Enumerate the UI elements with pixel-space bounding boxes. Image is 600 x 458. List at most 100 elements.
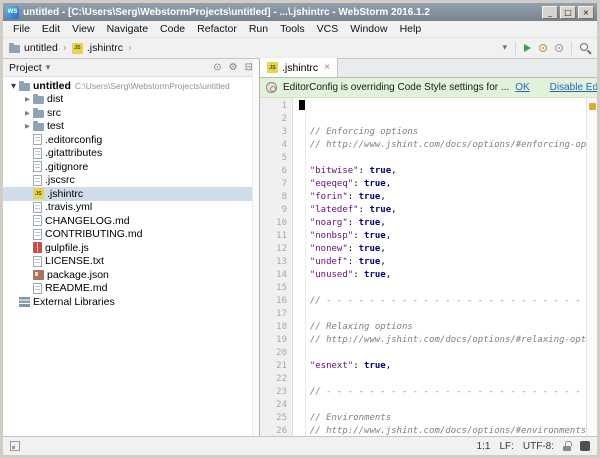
minimize-button[interactable]: _ (542, 6, 558, 19)
code-line[interactable]: // Enforcing options (299, 126, 586, 139)
code-line[interactable] (299, 308, 586, 321)
line-number[interactable]: 11 (260, 230, 287, 243)
tree-item-src[interactable]: ▶src (3, 106, 259, 120)
line-number[interactable]: 9 (260, 204, 287, 217)
search-icon[interactable] (580, 43, 591, 54)
code-line[interactable]: // - - - - - - - - - - - - - - - - - - -… (299, 295, 586, 308)
line-number[interactable]: 23 (260, 386, 287, 399)
line-number[interactable]: 13 (260, 256, 287, 269)
line-number[interactable]: 3 (260, 126, 287, 139)
line-number[interactable]: 17 (260, 308, 287, 321)
line-number[interactable]: 1 (260, 100, 287, 113)
settings-icon[interactable] (555, 44, 563, 52)
line-number[interactable]: 24 (260, 399, 287, 412)
tree-collapsed-arrow-icon[interactable]: ▶ (22, 95, 33, 103)
breadcrumb-file[interactable]: .jshintrc (87, 42, 123, 54)
menu-navigate[interactable]: Navigate (101, 22, 154, 36)
line-number[interactable]: 21 (260, 360, 287, 373)
code-line[interactable]: "undef": true, (299, 256, 586, 269)
code-line[interactable]: "nonew": true, (299, 243, 586, 256)
tree-item--editorconfig[interactable]: .editorconfig (3, 133, 259, 147)
line-number[interactable]: 2 (260, 113, 287, 126)
menu-code[interactable]: Code (154, 22, 191, 36)
run-icon[interactable] (524, 44, 531, 52)
menu-file[interactable]: File (7, 22, 36, 36)
line-number[interactable]: 6 (260, 165, 287, 178)
line-number[interactable]: 16 (260, 295, 287, 308)
line-number[interactable]: 19 (260, 334, 287, 347)
code-line[interactable]: // - - - - - - - - - - - - - - - - - - -… (299, 386, 586, 399)
line-number[interactable]: 18 (260, 321, 287, 334)
line-number[interactable]: 26 (260, 425, 287, 438)
code-line[interactable]: { (299, 100, 586, 113)
tree-expanded-arrow-icon[interactable]: ▼ (8, 82, 19, 90)
tree-item-external-libraries[interactable]: External Libraries (3, 295, 259, 309)
code-line[interactable]: "esnext": true, (299, 360, 586, 373)
file-encoding[interactable]: UTF-8: (523, 441, 554, 452)
tree-item-test[interactable]: ▶test (3, 120, 259, 134)
banner-ok-link[interactable]: OK (515, 82, 529, 93)
code-line[interactable] (299, 347, 586, 360)
line-number[interactable]: 22 (260, 373, 287, 386)
maximize-button[interactable]: □ (560, 6, 576, 19)
tree-item-untitled[interactable]: ▼untitledC:\Users\Serg\WebstormProjects\… (3, 79, 259, 93)
menu-refactor[interactable]: Refactor (191, 22, 243, 36)
chevron-down-icon[interactable]: ▾ (46, 63, 51, 73)
tab-jshintrc[interactable]: JS .jshintrc × (260, 58, 338, 77)
line-number[interactable]: 5 (260, 152, 287, 165)
editor-code-area[interactable]: 1234567891011121314151617181920212223242… (260, 98, 597, 436)
line-number[interactable]: 15 (260, 282, 287, 295)
inspection-marker[interactable] (589, 103, 596, 110)
tree-collapsed-arrow-icon[interactable]: ▶ (22, 109, 33, 117)
line-number[interactable]: 4 (260, 139, 287, 152)
lock-icon[interactable] (563, 441, 571, 451)
tree-item-dist[interactable]: ▶dist (3, 93, 259, 107)
tree-item-package-json[interactable]: package.json (3, 268, 259, 282)
close-button[interactable]: × (578, 6, 594, 19)
code-line[interactable]: // http://www.jshint.com/docs/options/#r… (299, 334, 586, 347)
line-number[interactable]: 25 (260, 412, 287, 425)
tree-item--jscsrc[interactable]: .jscsrc (3, 174, 259, 188)
code-line[interactable] (299, 113, 586, 126)
line-separator[interactable]: LF: (499, 441, 513, 452)
code-line[interactable]: "bitwise": true, (299, 165, 586, 178)
tree-item--gitattributes[interactable]: .gitattributes (3, 147, 259, 161)
hector-icon[interactable] (580, 441, 590, 451)
code-line[interactable]: "nonbsp": true, (299, 230, 586, 243)
tree-item--jshintrc[interactable]: JS.jshintrc (3, 187, 259, 201)
tree-collapsed-arrow-icon[interactable]: ▶ (22, 122, 33, 130)
menu-vcs[interactable]: VCS (311, 22, 345, 36)
code-line[interactable] (299, 282, 586, 295)
code-line[interactable]: // Environments (299, 412, 586, 425)
menu-tools[interactable]: Tools (274, 22, 311, 36)
gear-icon[interactable]: ⚙ (229, 62, 238, 73)
tree-item--travis-yml[interactable]: .travis.yml (3, 201, 259, 215)
line-number[interactable]: 8 (260, 191, 287, 204)
code-line[interactable]: // http://www.jshint.com/docs/options/#e… (299, 139, 586, 152)
project-panel-title[interactable]: Project (9, 62, 42, 74)
line-number[interactable]: 7 (260, 178, 287, 191)
tree-item-changelog-md[interactable]: CHANGELOG.md (3, 214, 259, 228)
tree-item-license-txt[interactable]: LICENSE.txt (3, 255, 259, 269)
menu-run[interactable]: Run (243, 22, 274, 36)
menu-view[interactable]: View (66, 22, 101, 36)
line-number[interactable]: 20 (260, 347, 287, 360)
code-line[interactable]: "unused": true, (299, 269, 586, 282)
tree-item-gulpfile-js[interactable]: gulpfile.js (3, 241, 259, 255)
line-number[interactable]: 14 (260, 269, 287, 282)
banner-disable-link[interactable]: Disable EditorConfig support (550, 82, 597, 93)
code-line[interactable]: "forin": true, (299, 191, 586, 204)
code-line[interactable] (299, 152, 586, 165)
close-tab-icon[interactable]: × (324, 62, 330, 73)
code-line[interactable]: "eqeqeq": true, (299, 178, 586, 191)
locate-icon[interactable]: ⊙ (213, 62, 221, 73)
toolwindow-toggle-icon[interactable] (10, 441, 20, 451)
tree-item--gitignore[interactable]: .gitignore (3, 160, 259, 174)
tree-item-readme-md[interactable]: README.md (3, 282, 259, 296)
menu-window[interactable]: Window (344, 22, 393, 36)
code-line[interactable]: // Relaxing options (299, 321, 586, 334)
chevron-down-icon[interactable]: ▾ (502, 43, 507, 53)
code-line[interactable]: "latedef": true, (299, 204, 586, 217)
menu-help[interactable]: Help (394, 22, 428, 36)
code-content[interactable]: { // Enforcing options // http://www.jsh… (293, 98, 586, 436)
